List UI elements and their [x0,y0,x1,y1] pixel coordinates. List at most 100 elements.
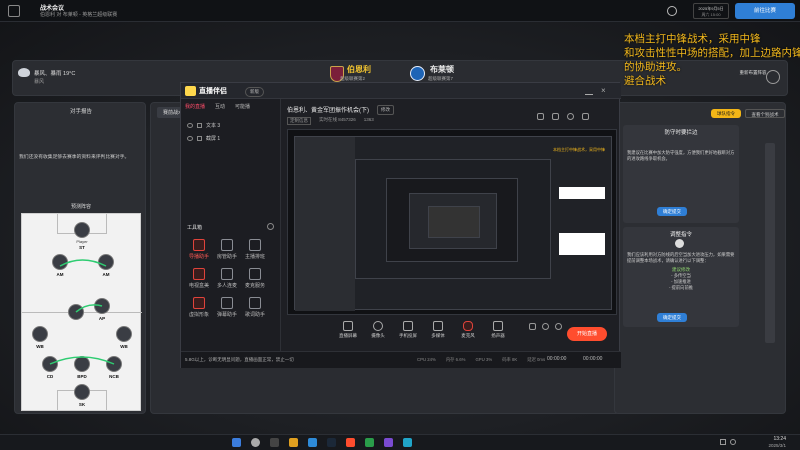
preview-level-3 [386,178,518,262]
version-badge[interactable]: 新版 [245,87,264,97]
scene-list: 文本 3 截屏 1 [181,119,281,145]
start-icon[interactable] [232,438,241,447]
stream-title: 伯恩利、黄金军团振作机会(下) [287,108,369,114]
formation-title: 预测阵容 [70,204,91,210]
stat-mem: 内存 6.6% [445,357,466,362]
confirm-button-2[interactable]: 确定提交 [657,313,687,322]
side-scroll-strip[interactable] [765,143,775,343]
overlay-line: 的协助进攻。 [624,61,687,73]
suggestion2-text: 我们应该利用对方防线的后空当加大进攻压力，如果需要提前调整本场战术，请确认进行以… [627,252,735,263]
gear-icon[interactable] [555,323,562,330]
eye-icon[interactable] [542,323,549,330]
tool-grid: 导播助手 房管助手 主播排班 电视盒美 多人连麦 麦克服务 虚拟形象 弹幕助手 … [185,239,279,318]
tab-possible[interactable]: 可能播 [235,103,250,110]
eye-icon[interactable] [187,123,193,128]
speaker-icon [493,321,503,331]
camera-icon [193,239,205,251]
taskbar-apps [232,438,412,447]
confirm-button-1[interactable]: 确定提交 [657,207,687,216]
perf-stats: CPU 24% 内存 6.6% GPU 3% 码率 8K 延迟 0ms [417,357,545,363]
tool-label: 扬声器 [491,333,505,338]
volume-icon[interactable] [730,439,736,445]
window-close-icon[interactable]: × [601,87,609,95]
share-icon[interactable] [537,113,544,120]
sidebar-tabs: 我的直播 互动 可能播 [185,103,250,110]
screen-capture-button[interactable]: 直播屏幕 [335,321,361,339]
more-icon[interactable] [267,223,274,230]
tab-individual[interactable]: 查看个别战术 [745,109,785,118]
network-icon[interactable] [720,439,726,445]
camera-button[interactable]: 摄像头 [365,321,391,339]
tool-item[interactable]: 虚拟形象 [185,297,213,318]
tool-item[interactable]: 电视盒美 [185,268,213,289]
search-icon[interactable] [251,438,260,447]
tool-label: 歌词助手 [244,312,265,318]
tool-item[interactable]: 导播助手 [185,239,213,260]
phone-icon [403,321,413,331]
app-icon[interactable] [384,438,393,447]
clock-time[interactable]: 13:24 [746,436,786,442]
folder-icon[interactable] [289,438,298,447]
taskview-icon[interactable] [270,438,279,447]
tool-item[interactable]: 多人连麦 [213,268,241,289]
stat-latency: 延迟 0ms [527,357,546,362]
scene-item[interactable]: 截屏 1 [181,132,281,145]
message-icon[interactable] [567,113,574,120]
person-icon [675,239,684,248]
steam-icon[interactable] [327,438,336,447]
tool-label: 摄像头 [371,333,385,338]
weather-icon [18,68,30,77]
game-subtitle: 伯恩利 对 布莱顿 - 英格兰超级联赛 [40,12,118,18]
tool-item[interactable]: 弹幕助手 [213,297,241,318]
continue-button[interactable]: 前往比赛 [735,3,795,19]
live-time: 00:00:00 [583,356,603,362]
edit-title-button[interactable]: 修改 [377,105,394,115]
tab-my-live[interactable]: 我的直播 [185,103,205,110]
tool-item[interactable]: 歌词助手 [241,297,269,318]
back-icon[interactable] [8,5,20,17]
settings-icon[interactable] [667,6,677,16]
lock-icon[interactable] [197,123,202,128]
scene-item[interactable]: 文本 3 [181,119,281,132]
streaming-app-window: 直播伴侣 新版 × 我的直播 互动 可能播 文本 3 截屏 1 工具箱 导播助手… [180,82,621,368]
meta-tag[interactable]: 定制信息 [287,117,311,125]
phone-cast-button[interactable]: 手机投屏 [395,321,421,339]
tool-item[interactable]: 主播排班 [241,239,269,260]
mic-button[interactable]: 麦克风 [455,321,481,339]
date-display: 2025年9月5日 周六 15:00 [693,3,729,19]
browser-icon[interactable] [308,438,317,447]
tool-item[interactable]: 房管助手 [213,239,241,260]
tab-interact[interactable]: 互动 [215,103,225,110]
start-live-button[interactable]: 开始直播 [567,327,607,341]
suggestion-card-1: 防守时要拦边 我建议在比赛中加大防守强度，方便我们更好地截断对方的进攻路线争取机… [623,125,739,223]
clock-date[interactable]: 2025/3/1 [746,443,786,448]
media-button[interactable]: 多媒体 [425,321,451,339]
record-icon[interactable] [529,323,536,330]
minimize-icon[interactable] [585,87,593,95]
speaker-button[interactable]: 扬声器 [485,321,511,339]
stream-meta: 定制信息 实时在线 8457326 1363 [287,117,374,125]
eye-icon[interactable] [187,136,193,141]
play-icon [433,321,443,331]
game-icon[interactable] [365,438,374,447]
preview-overlay-text: 本档主打中锋战术，采用中锋 [553,147,605,152]
formation-pitch: Player ST AM AM AP WB WB CD BPD NCB SK [21,213,142,411]
gift-icon[interactable] [552,113,559,120]
stream-app-icon[interactable] [346,438,355,447]
report-title: 对手报告 [69,109,92,115]
record-time: 00:00:00 [547,356,567,362]
stat-bitrate: 码率 8K [502,357,518,362]
people-icon [221,268,233,280]
lock-icon[interactable] [197,136,202,141]
tab-team-instructions[interactable]: 球队指令 [711,109,741,118]
preview-white-card [559,233,605,255]
scene-label: 文本 3 [206,123,221,129]
game-topbar: 战术会议 伯恩利 对 布莱顿 - 英格兰超级联赛 2025年9月5日 周六 15… [0,0,800,22]
live-preview[interactable]: 本档主打中锋战术，采用中锋 [287,129,617,315]
tool-label: 直播屏幕 [339,333,357,338]
preview-left-strip [295,137,355,311]
tool-item[interactable]: 麦克服务 [241,268,269,289]
app-icon[interactable] [403,438,412,447]
tool-label: 麦克服务 [244,283,265,289]
layout-icon[interactable] [582,113,589,120]
